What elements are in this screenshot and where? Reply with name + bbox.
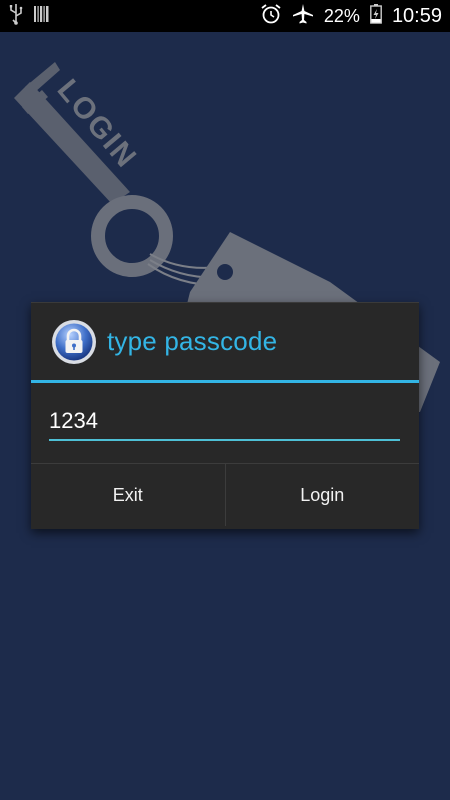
status-bar: 22% 10:59 [0,0,450,32]
lock-icon [51,319,97,365]
exit-button[interactable]: Exit [31,464,225,526]
login-button[interactable]: Login [224,464,420,526]
battery-percent: 22% [323,5,360,26]
status-left [8,3,50,30]
clock: 10:59 [391,4,442,27]
battery-icon [370,3,382,29]
passcode-input[interactable] [49,407,400,441]
dialog-header: type passcode [31,303,419,383]
usb-icon [8,3,24,30]
airplane-icon [292,3,314,30]
barcode-icon [34,5,50,28]
status-right: 22% 10:59 [260,3,442,30]
dialog-buttons: Exit Login [31,464,419,526]
dialog-title: type passcode [107,326,278,356]
passcode-dialog: type passcode Exit Login [31,302,419,529]
alarm-icon [260,3,282,30]
dialog-body [31,383,419,464]
